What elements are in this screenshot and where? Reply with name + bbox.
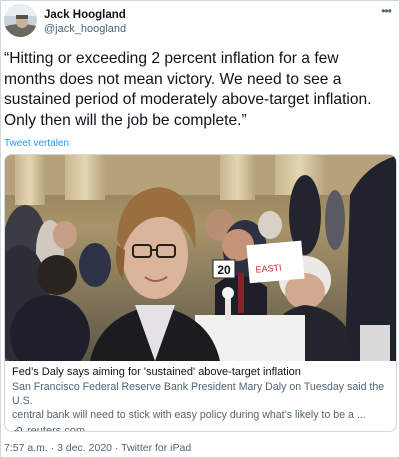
card-description: San Francisco Federal Reserve Bank Presi… <box>12 380 390 422</box>
separator: · <box>50 442 55 454</box>
card-body[interactable]: Fed’s Daly says aiming for 'sustained' a… <box>12 365 390 431</box>
tweet-footer: 7:57 a.m. · 3 dec. 2020 · Twitter for iP… <box>4 442 191 455</box>
tweet-text-line: “Hitting or exceeding 2 percent inflatio… <box>4 50 339 67</box>
card-title[interactable]: Fed’s Daly says aiming for 'sustained' a… <box>12 365 390 380</box>
card-image[interactable]: 20 EASTI <box>5 155 396 375</box>
author-handle[interactable]: @jack_hoogland <box>44 22 126 36</box>
card-description-line: central bank will need to stick with eas… <box>12 409 366 421</box>
tweet-source[interactable]: Twitter for iPad <box>121 442 191 454</box>
table-number: 20 <box>217 263 231 277</box>
author-display-name[interactable]: Jack Hoogland <box>44 9 126 22</box>
tweet-text-line: sustained period of moderately above-tar… <box>4 91 372 109</box>
separator: · <box>114 442 119 454</box>
link-card[interactable]: 20 EASTI Fed’s Daly says aiming for 'sus… <box>4 154 397 432</box>
tweet-text: “Hitting or exceeding 2 percent inflatio… <box>4 49 398 131</box>
tweet-text-line: months does not mean victory. We need to… <box>4 70 342 88</box>
tweet-container: Jack Hoogland @jack_hoogland ••• “Hittin… <box>0 0 400 458</box>
card-description-line: San Francisco Federal Reserve Bank Presi… <box>12 381 385 407</box>
translate-tweet-link[interactable]: Tweet vertalen <box>4 138 69 150</box>
card-domain-text[interactable]: reuters.com <box>27 424 85 431</box>
card-domain[interactable]: reuters.com <box>12 424 390 431</box>
link-icon <box>13 426 23 431</box>
more-options-icon[interactable]: ••• <box>379 5 393 17</box>
tweet-header: Jack Hoogland @jack_hoogland ••• <box>4 4 393 42</box>
tweet-time[interactable]: 7:57 a.m. <box>4 442 48 454</box>
tweet-date[interactable]: 3 dec. 2020 <box>57 442 112 454</box>
avatar[interactable] <box>4 4 37 37</box>
tweet-text-line: Only then will the job be complete.” <box>4 111 247 129</box>
author-names[interactable]: Jack Hoogland @jack_hoogland <box>44 9 126 36</box>
